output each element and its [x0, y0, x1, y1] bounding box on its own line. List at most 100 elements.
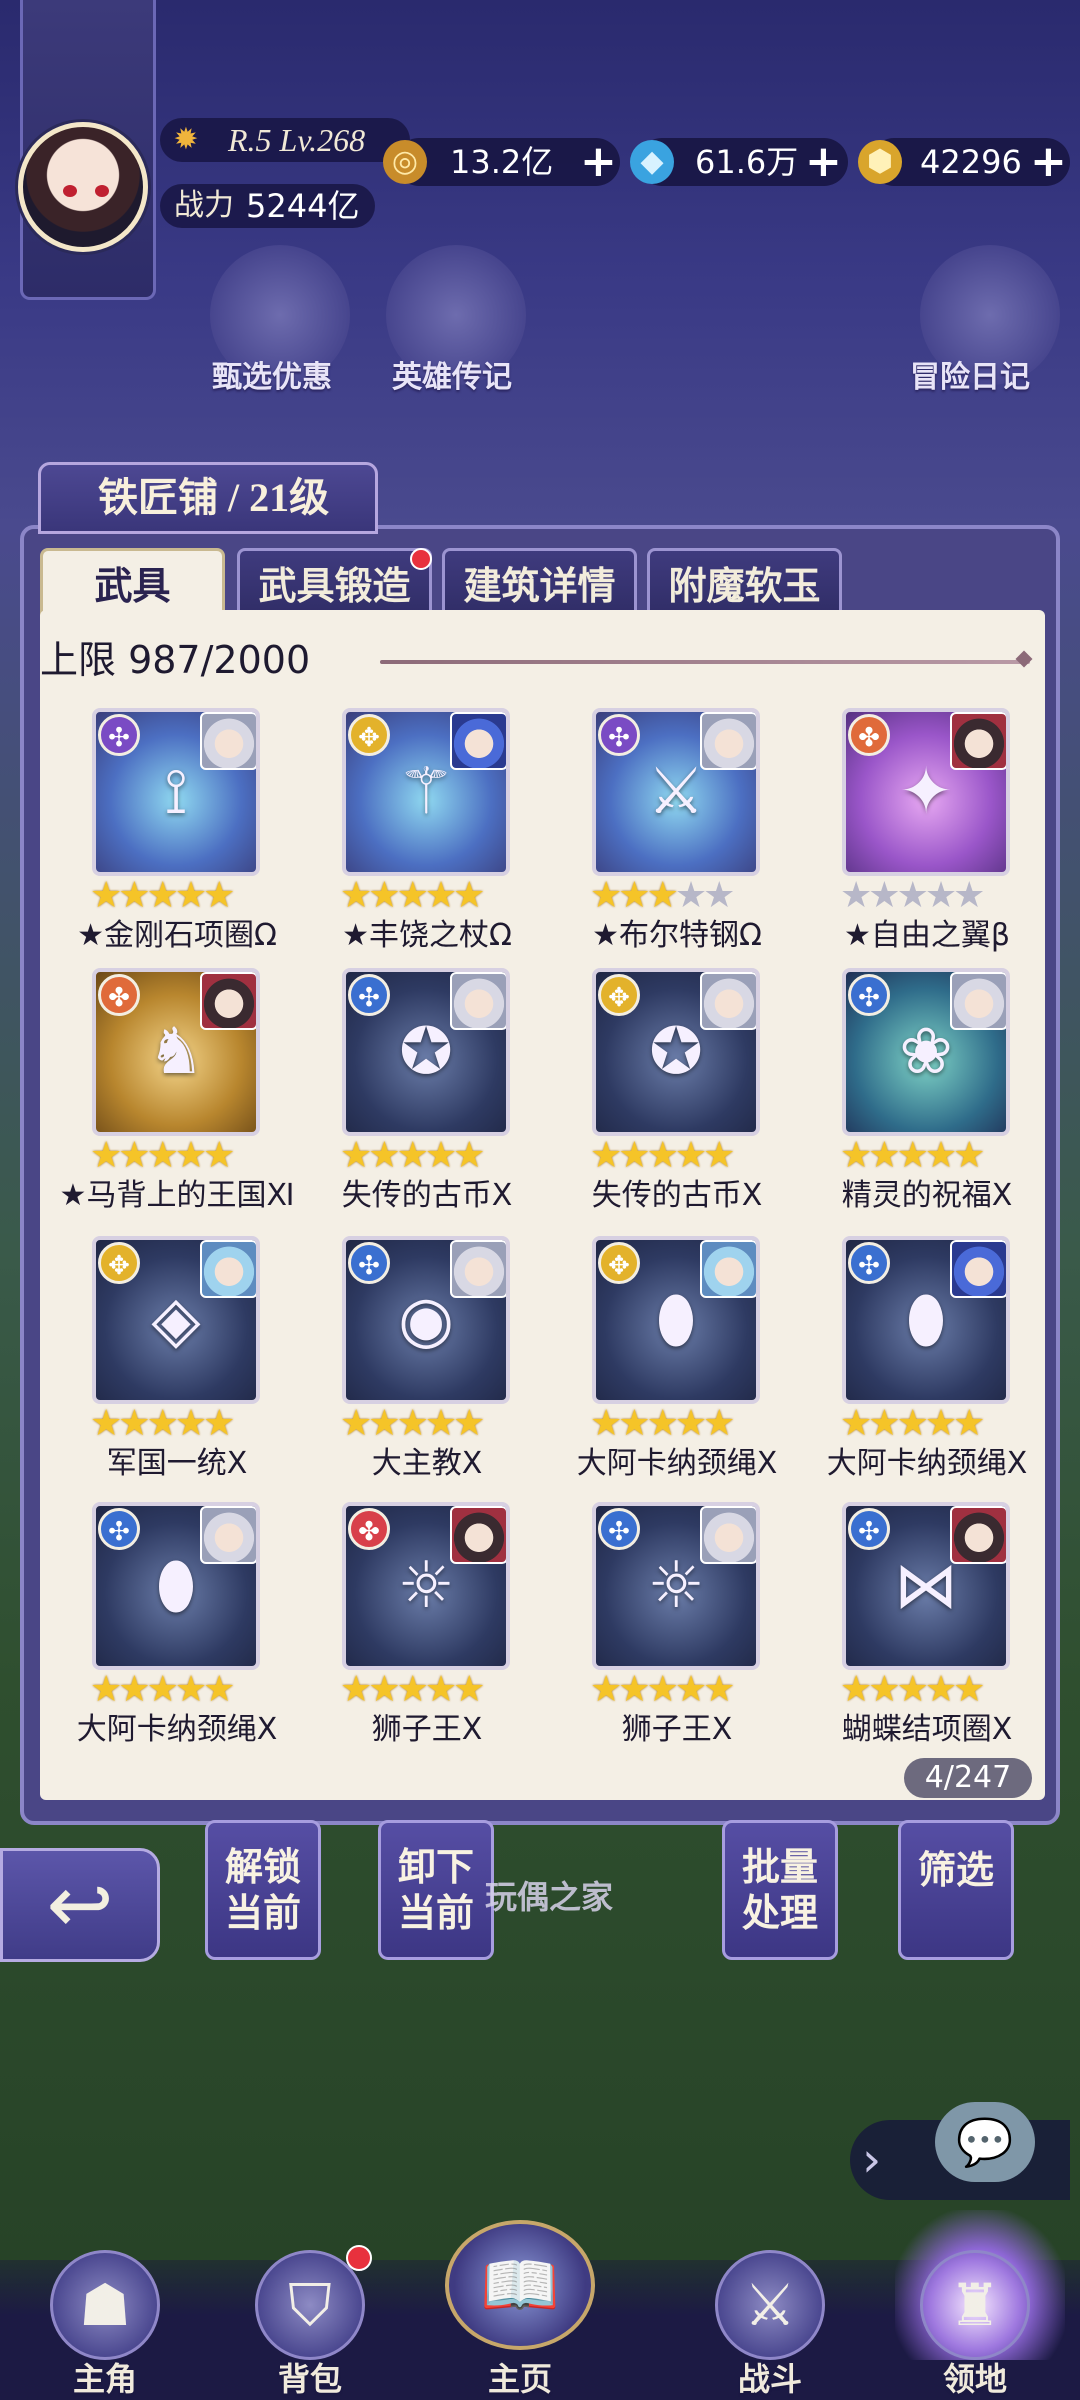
panel-title: 铁匠铺 / 21级	[98, 475, 330, 520]
equipment-item[interactable]: ☼ ✤ ★★★★★ 狮子王Ⅹ	[312, 1502, 542, 1752]
element-badge-icon: ✣	[598, 714, 640, 756]
star-filled-icon: ★	[90, 1403, 122, 1444]
star-filled-icon: ★	[618, 1403, 650, 1444]
equipment-card[interactable]: ✦ ✤	[842, 708, 1010, 876]
player-avatar[interactable]	[18, 122, 148, 252]
star-filled-icon: ★	[896, 1135, 929, 1176]
equipment-item[interactable]: ✪ ✥ ★★★★★ 失传的古币Ⅹ	[562, 968, 792, 1218]
equipment-name: 大阿卡纳颈绳Ⅹ	[76, 1712, 278, 1747]
star-filled-icon: ★	[174, 1403, 207, 1444]
equipped-hero-avatar	[950, 972, 1006, 1030]
batch-process-button[interactable]: 批量 处理	[722, 1820, 838, 1960]
star-filled-icon: ★	[590, 1669, 622, 1710]
star-filled-icon: ★	[618, 1135, 650, 1176]
equipment-card[interactable]: ✪ ✥	[592, 968, 760, 1136]
star-filled-icon: ★	[924, 1135, 957, 1176]
hero-icon: ☗	[50, 2250, 160, 2360]
star-empty-icon: ★	[840, 875, 872, 916]
star-filled-icon: ★	[674, 1135, 707, 1176]
star-filled-icon: ★	[203, 1135, 235, 1176]
equipment-card[interactable]: ⚚ ✥	[342, 708, 510, 876]
star-filled-icon: ★	[953, 1403, 985, 1444]
element-badge-icon: ✣	[598, 1508, 640, 1550]
equipment-item[interactable]: ◉ ✣ ★★★★★ 大主教Ⅹ	[312, 1236, 542, 1486]
book-icon: 📖	[445, 2220, 595, 2350]
star-rating: ★★★★★	[590, 878, 766, 914]
equipment-item[interactable]: ✦ ✤ ★★★★★ ★自由之翼β	[812, 708, 1042, 958]
equipment-item[interactable]: ❀ ✣ ★★★★★ 精灵的祝福Ⅹ	[812, 968, 1042, 1218]
star-filled-icon: ★	[453, 1403, 485, 1444]
equipment-item[interactable]: ⟟ ✣ ★★★★★ ★金刚石项圈Ω	[62, 708, 292, 958]
equipment-card[interactable]: ⬮ ✣	[842, 1236, 1010, 1404]
star-empty-icon: ★	[674, 875, 707, 916]
unlock-current-button[interactable]: 解锁 当前	[205, 1820, 321, 1960]
equipment-item[interactable]: ♞ ✤ ★★★★★ ★马背上的王国Ⅺ	[60, 968, 294, 1218]
equipment-item[interactable]: ⬮ ✥ ★★★★★ 大阿卡纳颈绳Ⅹ	[562, 1236, 792, 1486]
star-filled-icon: ★	[590, 1403, 622, 1444]
chat-icon[interactable]: 💬	[935, 2102, 1035, 2182]
equipped-hero-avatar	[200, 712, 256, 770]
nav-territory[interactable]: ♜ 领地	[895, 2210, 1065, 2400]
unequip-current-button[interactable]: 卸下 当前	[378, 1820, 494, 1960]
star-filled-icon: ★	[868, 1135, 900, 1176]
add-crystal-button[interactable]: +	[805, 138, 842, 186]
capacity-text: 上限 987/2000	[40, 638, 311, 682]
equipment-card[interactable]: ⋈ ✣	[842, 1502, 1010, 1670]
equipment-card[interactable]: ✪ ✣	[342, 968, 510, 1136]
equipment-card[interactable]: ◉ ✣	[342, 1236, 510, 1404]
nav-home[interactable]: 📖 主页	[440, 2220, 600, 2400]
unlock-label-2: 当前	[224, 1893, 301, 1935]
star-filled-icon: ★	[90, 1669, 122, 1710]
star-rating: ★★★★★	[90, 1406, 266, 1442]
star-filled-icon: ★	[674, 1403, 707, 1444]
star-filled-icon: ★	[424, 1135, 457, 1176]
equipment-item[interactable]: ⬮ ✣ ★★★★★ 大阿卡纳颈绳Ⅹ	[62, 1502, 292, 1752]
add-gold-button[interactable]: +	[580, 138, 617, 186]
equipped-hero-avatar	[450, 1240, 506, 1298]
star-filled-icon: ★	[953, 1135, 985, 1176]
equipment-item[interactable]: ✪ ✣ ★★★★★ 失传的古币Ⅹ	[312, 968, 542, 1218]
gem-value: 42296	[920, 143, 1022, 181]
star-filled-icon: ★	[868, 1669, 900, 1710]
batch-label-2: 处理	[741, 1893, 818, 1935]
equipment-item[interactable]: ⚔ ✣ ★★★★★ ★布尔特钢Ω	[562, 708, 792, 958]
equipment-card[interactable]: ☼ ✣	[592, 1502, 760, 1670]
equipment-card[interactable]: ⬮ ✣	[92, 1502, 260, 1670]
nav-hero[interactable]: ☗ 主角	[25, 2250, 185, 2400]
equipped-hero-avatar	[450, 712, 506, 770]
star-rating: ★★★★★	[340, 1138, 516, 1174]
star-filled-icon: ★	[340, 1403, 372, 1444]
equipment-card[interactable]: ♞ ✤	[92, 968, 260, 1136]
equipment-card[interactable]: ◈ ✥	[92, 1236, 260, 1404]
equipment-card[interactable]: ⟟ ✣	[92, 708, 260, 876]
forge-notification-dot	[410, 548, 432, 570]
equipment-card[interactable]: ⬮ ✥	[592, 1236, 760, 1404]
equipment-name: ★金刚石项圈Ω	[77, 918, 277, 953]
star-filled-icon: ★	[118, 1135, 150, 1176]
equipment-item[interactable]: ⬮ ✣ ★★★★★ 大阿卡纳颈绳Ⅹ	[812, 1236, 1042, 1486]
nav-bag-label: 背包	[277, 2361, 342, 2397]
equipment-card[interactable]: ⚔ ✣	[592, 708, 760, 876]
star-rating: ★★★★★	[590, 1138, 766, 1174]
hero-biography-label: 英雄传记	[392, 360, 512, 395]
equipment-card[interactable]: ❀ ✣	[842, 968, 1010, 1136]
adventure-diary-label: 冒险日记	[910, 360, 1030, 395]
equipment-item[interactable]: ◈ ✥ ★★★★★ 军国一统Ⅹ	[62, 1236, 292, 1486]
add-gem-button[interactable]: +	[1030, 138, 1067, 186]
element-badge-icon: ✣	[98, 1508, 140, 1550]
element-badge-icon: ✣	[848, 1242, 890, 1284]
back-button[interactable]: ↩	[0, 1848, 160, 1962]
nav-battle[interactable]: ⚔ 战斗	[690, 2250, 850, 2400]
equipment-item[interactable]: ⚚ ✥ ★★★★★ ★丰饶之杖Ω	[312, 708, 542, 958]
star-filled-icon: ★	[146, 1135, 179, 1176]
nav-bag[interactable]: ⛉ 背包	[230, 2250, 390, 2400]
equipment-card[interactable]: ☼ ✤	[342, 1502, 510, 1670]
nav-hero-label: 主角	[72, 2361, 137, 2397]
nav-battle-label: 战斗	[737, 2361, 802, 2397]
star-filled-icon: ★	[396, 1135, 429, 1176]
star-filled-icon: ★	[368, 875, 400, 916]
star-filled-icon: ★	[396, 1403, 429, 1444]
filter-button[interactable]: 筛选	[898, 1820, 1014, 1960]
equipment-item[interactable]: ⋈ ✣ ★★★★★ 蝴蝶结项圈Ⅹ	[812, 1502, 1042, 1752]
equipment-item[interactable]: ☼ ✣ ★★★★★ 狮子王Ⅹ	[562, 1502, 792, 1752]
